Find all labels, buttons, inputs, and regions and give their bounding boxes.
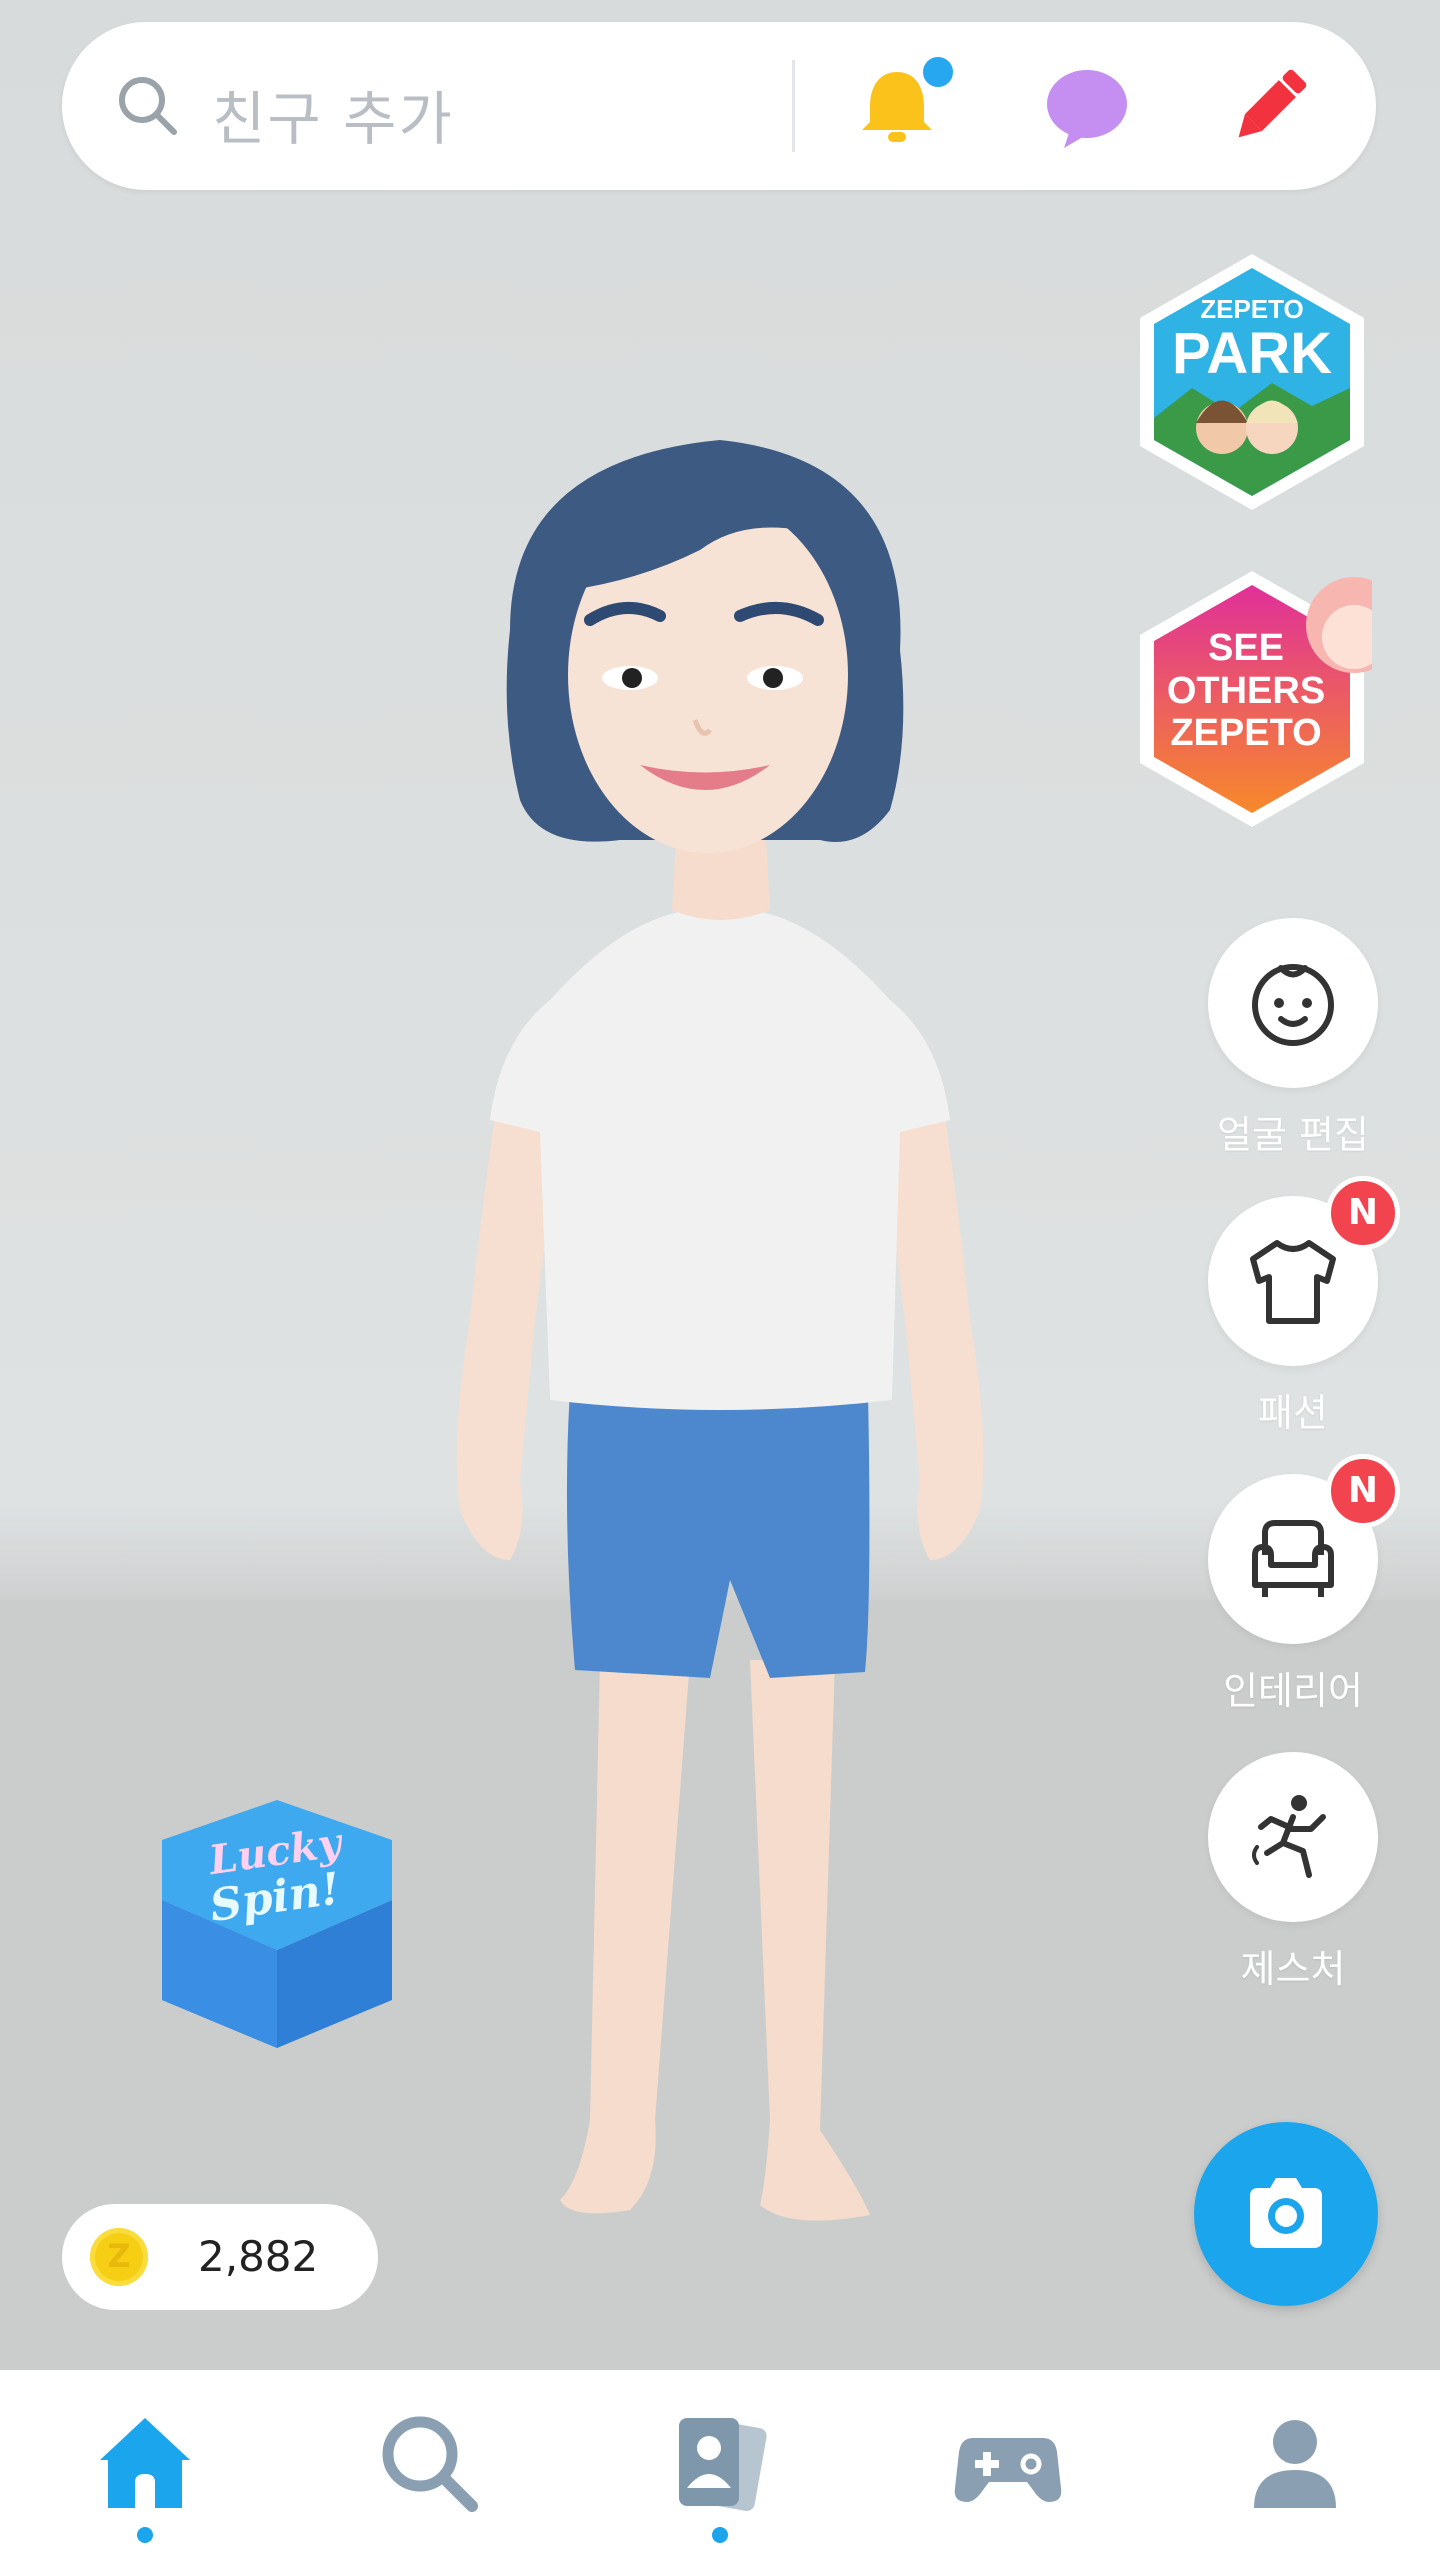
new-badge: N	[1326, 1176, 1400, 1250]
park-brand: ZEPETO	[1200, 294, 1304, 324]
see-line1: SEE	[1208, 627, 1284, 669]
new-content-indicator	[712, 2527, 728, 2543]
sofa-icon	[1252, 1520, 1334, 1597]
divider	[792, 60, 795, 152]
game-icon[interactable]	[953, 2408, 1063, 2518]
see-line3: ZEPETO	[1170, 712, 1321, 754]
face-icon	[1252, 964, 1334, 1046]
park-title: PARK	[1172, 321, 1332, 386]
fashion-label: 패션	[1258, 1391, 1328, 1435]
search-bar[interactable]: 친구 추가	[62, 22, 1376, 190]
gesture-button[interactable]	[1208, 1752, 1378, 1922]
active-indicator	[137, 2527, 153, 2543]
interior-label: 인테리어	[1223, 1669, 1363, 1713]
chat-icon[interactable]	[1042, 62, 1132, 152]
search-icon	[119, 77, 177, 135]
search-icon[interactable]	[374, 2408, 484, 2518]
home-icon[interactable]	[90, 2408, 200, 2518]
gesture-label: 제스처	[1240, 1947, 1346, 1991]
avatar-character[interactable]	[440, 420, 1000, 2260]
see-others-zepeto-banner[interactable]: SEE OTHERS ZEPETO	[1132, 565, 1372, 833]
coin-amount: 2,882	[198, 2232, 319, 2281]
feed-icon[interactable]	[665, 2408, 775, 2518]
gesture-icon	[1252, 1795, 1326, 1878]
profile-icon[interactable]	[1240, 2408, 1350, 2518]
edit-face-label: 얼굴 편집	[1217, 1113, 1369, 1157]
notification-dot	[918, 52, 958, 92]
bottom-navigation	[0, 2370, 1440, 2560]
zepeto-park-banner[interactable]: ZEPETO PARK	[1132, 248, 1372, 516]
see-line2: OTHERS	[1167, 670, 1325, 712]
coin-balance[interactable]: Z 2,882	[62, 2204, 378, 2310]
search-input[interactable]: 친구 추가	[212, 72, 454, 156]
pencil-icon[interactable]	[1224, 62, 1314, 152]
lucky-spin-button[interactable]: Lucky Spin!	[142, 1780, 412, 2050]
shirt-icon	[1250, 1240, 1336, 1324]
new-badge: N	[1326, 1454, 1400, 1528]
zem-coin-icon: Z	[90, 2228, 148, 2286]
camera-button[interactable]	[1194, 2122, 1378, 2306]
camera-icon	[1250, 2178, 1322, 2248]
edit-face-button[interactable]	[1208, 918, 1378, 1088]
